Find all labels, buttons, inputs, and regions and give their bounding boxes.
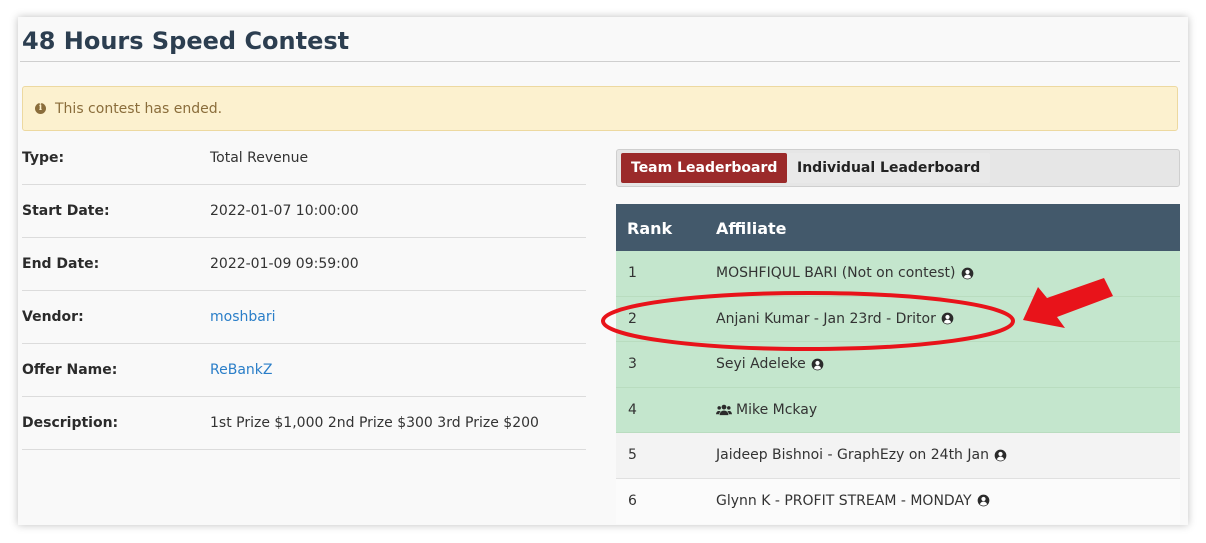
affiliate-name: Jaideep Bishnoi - GraphEzy on 24th Jan xyxy=(716,447,989,463)
rank-column-header: Rank xyxy=(627,219,673,238)
rank-cell: 2 xyxy=(628,310,637,327)
leaderboard-row: 6 Glynn K - PROFIT STREAM - MONDAY xyxy=(616,478,1180,524)
affiliate-name: MOSHFIQUL BARI (Not on contest) xyxy=(716,265,956,281)
rank-cell: 3 xyxy=(628,356,637,372)
rank-cell: 6 xyxy=(628,492,637,509)
detail-label: Offer Name: xyxy=(22,362,118,378)
detail-label: End Date: xyxy=(22,256,100,272)
leaderboard-row: 3 Seyi Adeleke xyxy=(616,342,1180,388)
detail-link[interactable]: moshbari xyxy=(210,309,275,325)
affiliate-cell: Anjani Kumar - Jan 23rd - Dritor xyxy=(716,311,954,327)
affiliate-column-header: Affiliate xyxy=(716,219,787,238)
affiliate-cell: Mike Mckay xyxy=(716,402,817,418)
detail-row: Offer Name: ReBankZ xyxy=(22,344,586,397)
contest-details: Type: Total Revenue Start Date: 2022-01-07 … xyxy=(22,132,586,450)
title-divider xyxy=(20,61,1180,62)
detail-row: End Date: 2022-01-09 09:59:00 xyxy=(22,238,586,291)
leaderboard-row: 4 Mike Mckay xyxy=(616,387,1180,433)
detail-row: Vendor: moshbari xyxy=(22,291,586,344)
detail-row: Type: Total Revenue xyxy=(22,132,586,185)
affiliate-cell: Seyi Adeleke xyxy=(716,356,824,372)
leaderboard-header: Rank Affiliate xyxy=(616,204,1180,251)
alert-text: This contest has ended. xyxy=(55,100,223,117)
detail-label: Start Date: xyxy=(22,203,110,219)
detail-row: Start Date: 2022-01-07 10:00:00 xyxy=(22,185,586,238)
detail-value: 2022-01-07 10:00:00 xyxy=(210,203,359,219)
info-icon: i xyxy=(35,103,46,114)
affiliate-name: Seyi Adeleke xyxy=(716,356,806,372)
contest-ended-alert: i This contest has ended. xyxy=(22,86,1178,131)
detail-label: Vendor: xyxy=(22,309,84,325)
affiliate-name: Mike Mckay xyxy=(736,401,818,418)
rank-cell: 5 xyxy=(628,447,637,463)
leaderboard-tabs: Team Leaderboard Individual Leaderboard xyxy=(616,149,1180,187)
user-circle-icon xyxy=(961,267,973,279)
tab-individual-leaderboard[interactable]: Individual Leaderboard xyxy=(787,153,991,183)
affiliate-cell: MOSHFIQUL BARI (Not on contest) xyxy=(716,265,974,281)
leaderboard-row: 2 Anjani Kumar - Jan 23rd - Dritor xyxy=(616,296,1180,342)
detail-link[interactable]: ReBankZ xyxy=(210,362,272,378)
affiliate-name: Glynn K - PROFIT STREAM - MONDAY xyxy=(716,492,972,509)
page-title: 48 Hours Speed Contest xyxy=(22,27,350,55)
tab-team-leaderboard[interactable]: Team Leaderboard xyxy=(621,153,788,183)
rank-cell: 1 xyxy=(628,265,637,281)
user-circle-icon xyxy=(977,494,989,507)
detail-value: 1st Prize $1,000 2nd Prize $300 3rd Priz… xyxy=(210,415,539,431)
leaderboard-table: Rank Affiliate 1 MOSHFIQUL BARI (Not on c… xyxy=(616,204,1180,524)
detail-label: Type: xyxy=(22,150,65,166)
detail-label: Description: xyxy=(22,415,119,431)
detail-row: Description: 1st Prize $1,000 2nd Prize $… xyxy=(22,397,586,450)
leaderboard-row: 5 Jaideep Bishnoi - GraphEzy on 24th Jan xyxy=(616,433,1180,479)
detail-value: 2022-01-09 09:59:00 xyxy=(210,256,359,272)
users-icon xyxy=(716,404,732,416)
leaderboard-row: 1 MOSHFIQUL BARI (Not on contest) xyxy=(616,251,1180,297)
rank-cell: 4 xyxy=(628,401,637,418)
user-circle-icon xyxy=(811,358,824,370)
user-circle-icon xyxy=(941,312,954,325)
affiliate-cell: Jaideep Bishnoi - GraphEzy on 24th Jan xyxy=(716,447,1007,463)
affiliate-name: Anjani Kumar - Jan 23rd - Dritor xyxy=(716,310,936,327)
detail-value: Total Revenue xyxy=(210,150,309,166)
contest-panel: 48 Hours Speed Contest i This contest ha… xyxy=(18,17,1188,525)
affiliate-cell: Glynn K - PROFIT STREAM - MONDAY xyxy=(716,493,990,509)
user-circle-icon xyxy=(994,449,1007,461)
